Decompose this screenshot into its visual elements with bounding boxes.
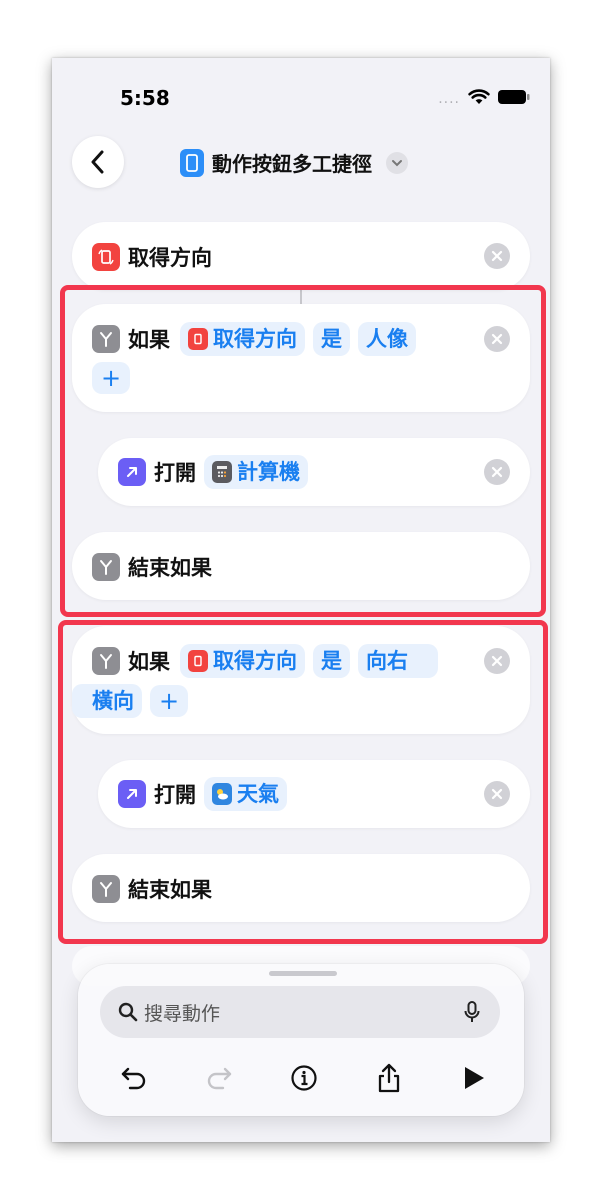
signal-dots: .... (438, 90, 460, 107)
status-time: 5:58 (120, 86, 170, 110)
highlight-box (60, 285, 546, 617)
wifi-icon (468, 88, 490, 109)
chevron-down-icon[interactable] (386, 151, 408, 174)
share-icon[interactable] (369, 1058, 409, 1098)
search-input[interactable]: 搜尋動作 (100, 986, 500, 1038)
play-icon[interactable] (454, 1058, 494, 1098)
close-icon (491, 250, 503, 262)
undo-icon[interactable] (114, 1058, 154, 1098)
phone-app-icon (180, 148, 204, 177)
status-icons: .... (438, 88, 530, 109)
sheet-grabber[interactable] (269, 971, 337, 976)
battery-icon (498, 89, 530, 109)
action-get-orientation[interactable]: 取得方向 (72, 222, 530, 290)
shortcut-title[interactable]: 動作按鈕多工捷徑 (180, 148, 408, 177)
remove-action-button[interactable] (484, 243, 510, 269)
chevron-left-icon (91, 150, 104, 174)
redo-icon[interactable] (199, 1058, 239, 1098)
orientation-icon (92, 243, 120, 271)
editor-toolbar (114, 1058, 494, 1098)
search-icon (118, 1002, 138, 1022)
search-placeholder: 搜尋動作 (144, 1002, 221, 1025)
back-button[interactable] (72, 136, 124, 188)
highlight-box (58, 620, 548, 944)
info-icon[interactable] (284, 1058, 324, 1098)
bottom-action-panel: 搜尋動作 (78, 964, 524, 1116)
action-label: 取得方向 (128, 246, 212, 270)
microphone-icon[interactable] (464, 1001, 480, 1023)
page-title: 動作按鈕多工捷徑 (212, 152, 372, 176)
